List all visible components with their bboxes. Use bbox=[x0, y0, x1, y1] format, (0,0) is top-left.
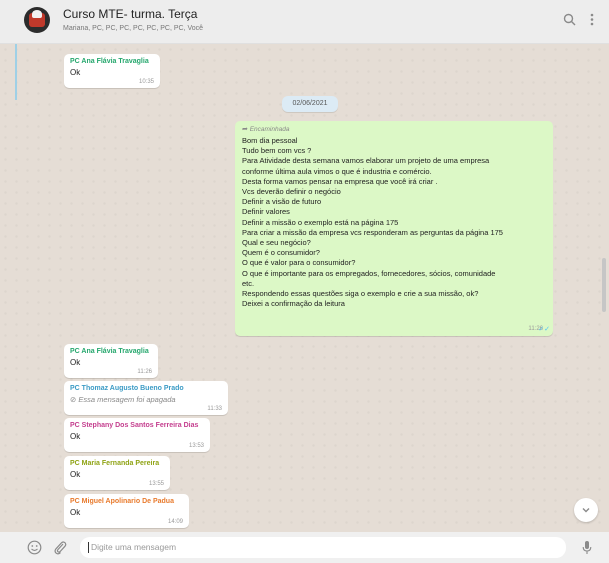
sent-message-line: Tudo bem com vcs ? bbox=[242, 146, 312, 156]
sent-message-line: Qual e seu negócio? bbox=[242, 238, 311, 248]
message-bubble[interactable]: PC Ana Flávia Travaglia Ok 11:26 bbox=[64, 344, 158, 378]
sent-message-line: Definir valores bbox=[242, 207, 290, 217]
sent-message-line: Vcs deverão definir o negócio bbox=[242, 187, 341, 197]
sent-message-line: Respondendo essas questões siga o exempl… bbox=[242, 289, 479, 299]
sent-message-line: Quem é o consumidor? bbox=[242, 248, 320, 258]
group-participants: Mariana, PC, PC, PC, PC, PC, PC, PC, Voc… bbox=[63, 25, 204, 32]
message-text: Ok bbox=[70, 432, 81, 441]
message-time: 11:33 bbox=[207, 406, 222, 412]
scrollbar-thumb[interactable] bbox=[602, 258, 606, 312]
scroll-indicator-line bbox=[15, 44, 17, 100]
message-text: Ok bbox=[70, 470, 81, 479]
forwarded-label: ➦ Encaminhada bbox=[242, 125, 546, 133]
message-sender: PC Maria Fernanda Pereira bbox=[70, 460, 160, 467]
message-bubble[interactable]: PC Stephany Dos Santos Ferreira Dias Ok … bbox=[64, 418, 210, 452]
sent-message-bubble[interactable]: ➦ Encaminhada Bom dia pessoal Tudo bem co… bbox=[235, 121, 553, 336]
sent-message-line: O que é importante para os empregados, f… bbox=[242, 268, 496, 278]
message-bubble[interactable]: PC Miguel Apolinario De Padua Ok 14:09 bbox=[64, 494, 189, 528]
deleted-message: ⊘ Essa mensagem foi apagada bbox=[70, 395, 222, 404]
sent-message-line: Deixei a confirmação da leitura bbox=[242, 299, 345, 309]
more-vertical-icon[interactable] bbox=[590, 13, 594, 28]
message-list[interactable]: PC Ana Flávia Travaglia Ok 10:35 02/06/2… bbox=[0, 44, 609, 532]
sent-message-line: etc. bbox=[242, 278, 255, 288]
message-text: Ok bbox=[70, 68, 81, 77]
message-time: 13:53 bbox=[188, 443, 204, 449]
avatar-image-detail bbox=[32, 10, 42, 18]
sent-message-line: conforme última aula vimos o que é indus… bbox=[242, 166, 432, 176]
sent-message-text: Bom dia pessoal Tudo bem com vcs ? Para At… bbox=[242, 136, 546, 309]
message-text: Ok bbox=[70, 508, 81, 517]
scroll-down-button[interactable] bbox=[574, 498, 598, 522]
message-sender: PC Ana Flávia Travaglia bbox=[70, 58, 149, 65]
message-bubble[interactable]: PC Ana Flávia Travaglia Ok 10:35 bbox=[64, 54, 160, 88]
sent-message-line: O que é valor para o consumidor? bbox=[242, 258, 356, 268]
message-sender: PC Miguel Apolinario De Padua bbox=[70, 498, 174, 505]
sent-message-line: Para Atividade desta semana vamos elabor… bbox=[242, 156, 490, 166]
chat-header[interactable]: Curso MTE- turma. Terça Mariana, PC, PC,… bbox=[0, 0, 609, 44]
message-time: 10:35 bbox=[138, 79, 154, 85]
message-time: 13:55 bbox=[148, 481, 164, 487]
group-avatar[interactable] bbox=[24, 7, 50, 33]
emoji-icon[interactable] bbox=[27, 540, 42, 558]
message-input-placeholder: Digite uma mensagem bbox=[91, 542, 177, 552]
sent-message-line: Definir a visão de futuro bbox=[242, 197, 322, 207]
text-caret bbox=[88, 542, 89, 553]
sent-message-line: Desta forma vamos pensar na empresa que … bbox=[242, 176, 438, 186]
chevron-down-icon bbox=[582, 508, 590, 513]
message-time: 11:26 bbox=[137, 369, 152, 375]
message-bubble[interactable]: PC Thomaz Augusto Bueno Prado ⊘ Essa men… bbox=[64, 381, 228, 415]
forward-arrow-icon: ➦ bbox=[242, 126, 248, 133]
deleted-icon: ⊘ bbox=[70, 395, 77, 404]
message-sender: PC Thomaz Augusto Bueno Prado bbox=[70, 385, 184, 392]
read-receipt-icon: ✓✓ bbox=[538, 326, 550, 333]
sent-message-line: Para criar a missão da empresa vcs respo… bbox=[242, 227, 503, 237]
sent-message-line: Bom dia pessoal bbox=[242, 136, 298, 145]
date-divider: 02/06/2021 bbox=[282, 96, 338, 112]
message-text: Ok bbox=[70, 358, 81, 367]
group-title[interactable]: Curso MTE- turma. Terça bbox=[63, 7, 197, 21]
paperclip-icon[interactable] bbox=[53, 540, 67, 558]
deleted-message-text: Essa mensagem foi apagada bbox=[78, 395, 176, 404]
message-bubble[interactable]: PC Maria Fernanda Pereira Ok 13:55 bbox=[64, 456, 170, 490]
message-sender: PC Ana Flávia Travaglia bbox=[70, 348, 149, 355]
sent-message-line: Definir a missão o exemplo está na págin… bbox=[242, 217, 399, 227]
composer-bar: Digite uma mensagem bbox=[0, 532, 609, 563]
message-time: 14:09 bbox=[167, 519, 183, 525]
message-input[interactable]: Digite uma mensagem bbox=[80, 537, 566, 558]
search-icon[interactable] bbox=[563, 13, 576, 28]
forwarded-text: Encaminhada bbox=[249, 126, 290, 133]
microphone-icon[interactable] bbox=[582, 540, 592, 558]
message-sender: PC Stephany Dos Santos Ferreira Dias bbox=[70, 422, 199, 429]
